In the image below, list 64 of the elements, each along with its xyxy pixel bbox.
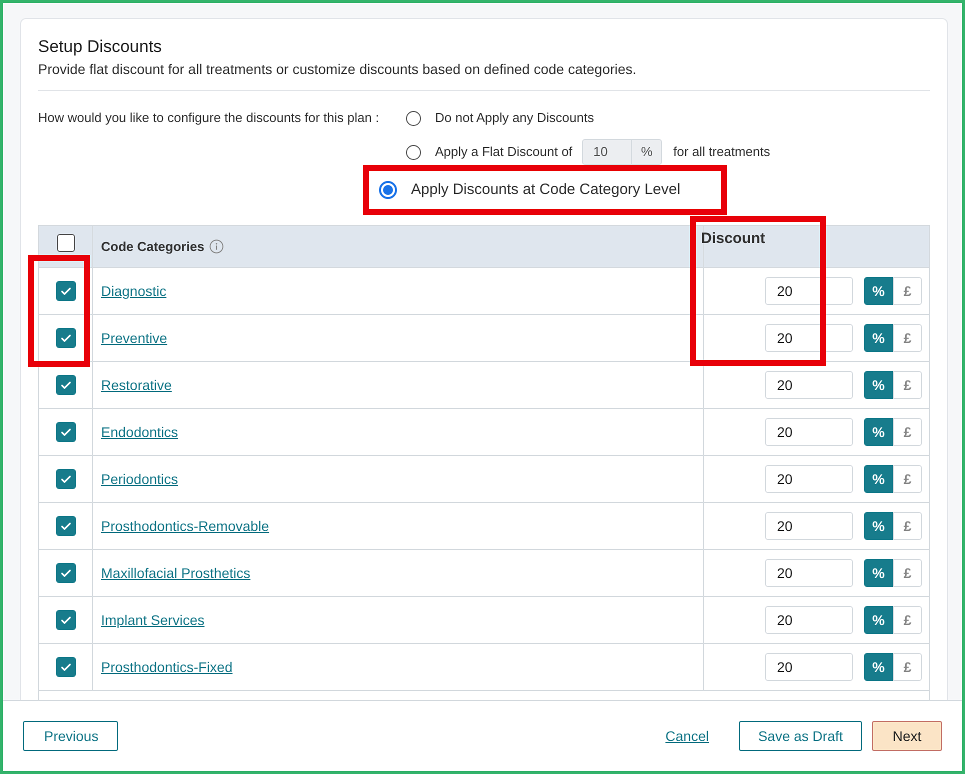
unit-toggle[interactable]: % [864,606,893,634]
column-header: Discount [701,229,766,249]
unit-toggle[interactable]: £ [893,371,922,399]
discount-input[interactable]: 20 [765,324,853,352]
category-link[interactable]: Diagnostic [101,280,166,302]
option-label: Do not Apply any Discounts [435,109,594,128]
category-link[interactable]: Endodontics [101,422,178,442]
checkbox[interactable] [56,657,76,677]
checkbox[interactable] [56,563,76,583]
checkbox[interactable] [56,281,76,301]
next-button[interactable]: Next [872,721,942,751]
unit-toggle[interactable]: % [864,559,893,587]
checkbox[interactable] [56,516,76,536]
discount-input[interactable]: 20 [765,371,853,399]
unit-toggle[interactable]: % [864,371,893,399]
question-label: How would you like to configure the discounts for this plan : [38,109,380,127]
checkbox[interactable] [56,328,76,348]
discount-input[interactable]: 20 [765,512,853,540]
section-description: Provide flat discount for all treatments or customize discounts based on defined code categories. [38,60,638,79]
option-suffix: for all treatments [673,143,770,162]
category-link[interactable]: Restorative [101,374,172,396]
previous-button[interactable]: Previous [23,721,118,751]
category-link[interactable]: Prosthodontics-Removable [101,516,270,536]
unit-toggle[interactable]: % [864,324,893,352]
category-link[interactable]: Prosthodontics-Fixed [101,656,233,678]
checkbox[interactable] [56,422,76,442]
discount-input[interactable]: 20 [765,653,853,681]
discount-input[interactable]: 20 [765,465,853,493]
save-draft-button[interactable]: Save as Draft [739,721,862,751]
discount-input[interactable]: 20 [765,418,853,446]
category-link[interactable]: Periodontics [101,468,178,490]
option-label: Apply a Flat Discount of [435,143,572,162]
unit-toggle[interactable]: £ [893,465,922,493]
radio-button[interactable] [379,181,397,199]
discount-input[interactable]: 20 [765,277,853,305]
radio-button[interactable] [406,110,421,126]
discount-input[interactable]: 20 [765,559,853,587]
unit-toggle[interactable]: £ [893,606,922,634]
unit-toggle[interactable]: % [864,418,893,446]
cancel-link[interactable]: Cancel [665,726,709,746]
radio-button[interactable] [406,144,421,160]
checkbox[interactable] [56,610,76,630]
section-title: Setup Discounts [38,36,163,58]
unit-toggle[interactable]: £ [893,512,922,540]
unit-toggle[interactable]: % [864,277,893,305]
unit-toggle[interactable]: £ [893,324,922,352]
discount-input[interactable]: 20 [765,606,853,634]
column-header: Code Categories [101,238,204,256]
unit-toggle[interactable]: £ [893,418,922,446]
flat-discount-field[interactable]: 10 % [582,139,662,165]
checkbox[interactable] [56,234,74,252]
checkbox[interactable] [56,375,76,395]
checkbox[interactable] [56,469,76,489]
info-icon[interactable] [209,239,224,254]
unit-toggle[interactable]: £ [893,277,922,305]
option-label: Apply Discounts at Code Category Level [411,180,680,200]
category-link[interactable]: Preventive [101,328,168,348]
unit-toggle[interactable]: % [864,653,893,681]
unit-toggle[interactable]: £ [893,653,922,681]
unit-toggle[interactable]: % [864,465,893,493]
unit-toggle[interactable]: % [864,512,893,540]
unit-toggle[interactable]: £ [893,559,922,587]
category-link[interactable]: Maxillofacial Prosthetics [101,562,250,584]
category-link[interactable]: Implant Services [101,610,204,630]
